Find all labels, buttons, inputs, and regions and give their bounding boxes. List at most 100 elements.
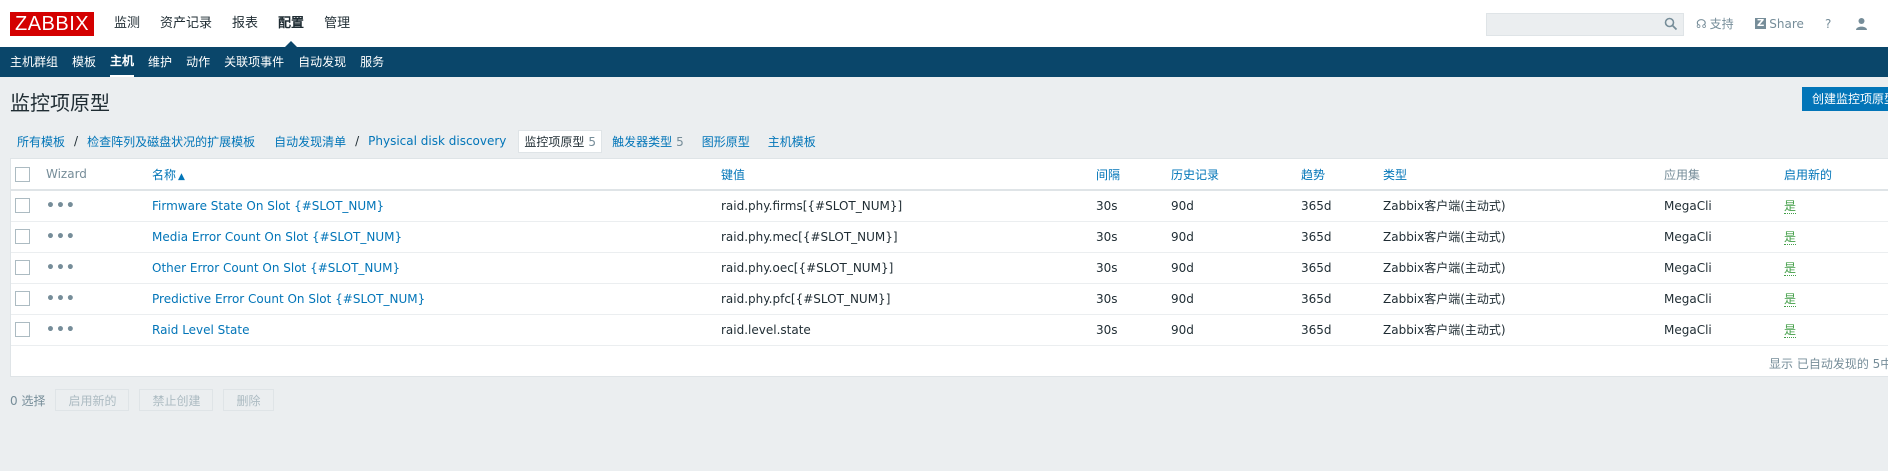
row-checkbox[interactable] [15, 322, 30, 337]
breadcrumb-all-templates[interactable]: 所有模板 [17, 133, 65, 150]
enable-create-button[interactable]: 启用新的 [55, 389, 130, 411]
breadcrumb-discovery-rule[interactable]: Physical disk discovery [368, 134, 506, 148]
page-title: 监控项原型 [10, 91, 110, 115]
item-application: MegaCli [1664, 190, 1784, 222]
item-name-link[interactable]: Firmware State On Slot {#SLOT_NUM} [152, 199, 384, 213]
sub-nav-hosts[interactable]: 主机 [110, 47, 135, 77]
user-profile-link[interactable] [1855, 0, 1868, 47]
support-link[interactable]: ☊ 支持 [1696, 0, 1734, 47]
main-nav-inventory[interactable]: 资产记录 [160, 0, 212, 47]
table-row: ••• Raid Level State raid.level.state 30… [11, 314, 1888, 346]
item-name-link[interactable]: Media Error Count On Slot {#SLOT_NUM} [152, 230, 402, 244]
header-wizard: Wizard [46, 159, 152, 191]
header-key[interactable]: 键值 [721, 159, 1096, 191]
row-checkbox[interactable] [15, 229, 30, 244]
header-history[interactable]: 历史记录 [1171, 159, 1301, 191]
enable-toggle[interactable]: 是 [1784, 230, 1797, 245]
main-nav-monitoring[interactable]: 监测 [114, 0, 140, 47]
breadcrumb-separator: / [355, 134, 360, 148]
tab-trigger-types[interactable]: 触发器类型 5 [612, 133, 684, 150]
item-interval: 30s [1096, 221, 1171, 253]
selected-count: 0 选择 [10, 393, 46, 408]
enable-toggle[interactable]: 是 [1784, 323, 1797, 338]
item-type: Zabbix客户端(主动式) [1383, 190, 1664, 222]
header-trends[interactable]: 趋势 [1301, 159, 1383, 191]
header-application: 应用集 [1664, 159, 1784, 191]
delete-button[interactable]: 删除 [223, 389, 274, 411]
search-icon[interactable] [1664, 17, 1678, 31]
item-type: Zabbix客户端(主动式) [1383, 314, 1664, 346]
item-key: raid.level.state [721, 314, 1096, 346]
breadcrumb-separator: / [74, 134, 79, 148]
wizard-menu-icon[interactable]: ••• [46, 322, 76, 338]
breadcrumb-discovery-list[interactable]: 自动发现清单 [274, 133, 346, 150]
item-name-link[interactable]: Other Error Count On Slot {#SLOT_NUM} [152, 261, 400, 275]
enable-toggle[interactable]: 是 [1784, 261, 1797, 276]
row-checkbox[interactable] [15, 260, 30, 275]
wizard-menu-icon[interactable]: ••• [46, 229, 76, 245]
main-nav-administration[interactable]: 管理 [324, 0, 350, 47]
tab-item-prototypes-label: 监控项原型 [524, 134, 585, 149]
item-prototypes-table: Wizard 名称 ▲ 键值 间隔 历史记录 趋势 类型 应用集 启用新的 •••… [10, 158, 1888, 377]
headset-icon: ☊ [1696, 16, 1707, 31]
item-interval: 30s [1096, 283, 1171, 315]
main-nav-configuration[interactable]: 配置 [278, 0, 304, 47]
sub-nav-maintenance[interactable]: 维护 [148, 47, 172, 77]
sort-asc-icon: ▲ [178, 171, 185, 182]
tab-item-prototypes[interactable]: 监控项原型 5 [518, 129, 603, 153]
item-application: MegaCli [1664, 221, 1784, 253]
item-interval: 30s [1096, 190, 1171, 222]
tab-host-templates[interactable]: 主机模板 [768, 133, 816, 150]
zabbix-logo[interactable]: ZABBIX [10, 12, 95, 36]
item-application: MegaCli [1664, 252, 1784, 284]
table-row: ••• Firmware State On Slot {#SLOT_NUM} r… [11, 190, 1888, 222]
breadcrumb: 所有模板 / 检查阵列及磁盘状况的扩展模板 自动发现清单 / Physical … [17, 129, 834, 153]
sub-nav-discovery[interactable]: 自动发现 [298, 47, 346, 77]
item-name-link[interactable]: Raid Level State [152, 323, 249, 337]
header-type[interactable]: 类型 [1383, 159, 1664, 191]
item-name-link[interactable]: Predictive Error Count On Slot {#SLOT_NU… [152, 292, 425, 306]
header-create-enabled[interactable]: 启用新的 [1784, 159, 1888, 191]
sub-nav-templates[interactable]: 模板 [72, 47, 96, 77]
sub-nav-host-groups[interactable]: 主机群组 [10, 47, 58, 77]
main-nav-reports[interactable]: 报表 [232, 0, 258, 47]
trigger-types-count: 5 [676, 134, 684, 149]
breadcrumb-template[interactable]: 检查阵列及磁盘状况的扩展模板 [87, 133, 255, 150]
item-history: 90d [1171, 190, 1301, 222]
disable-create-button[interactable]: 禁止创建 [139, 389, 214, 411]
mass-actions-bar: 0 选择 启用新的 禁止创建 删除 [10, 389, 284, 411]
row-checkbox[interactable] [15, 291, 30, 306]
select-all-checkbox[interactable] [15, 166, 30, 182]
table-footer-info: 显示 已自动发现的 5中的 [1769, 357, 1888, 371]
sub-nav: 主机群组 模板 主机 维护 动作 关联项事件 自动发现 服务 [0, 47, 1888, 77]
item-trends: 365d [1301, 314, 1383, 346]
sub-nav-services[interactable]: 服务 [360, 47, 384, 77]
item-trends: 365d [1301, 190, 1383, 222]
wizard-menu-icon[interactable]: ••• [46, 260, 76, 276]
wizard-menu-icon[interactable]: ••• [46, 198, 76, 214]
enable-toggle[interactable]: 是 [1784, 292, 1797, 307]
item-type: Zabbix客户端(主动式) [1383, 252, 1664, 284]
row-checkbox[interactable] [15, 198, 30, 214]
table-row: ••• Media Error Count On Slot {#SLOT_NUM… [11, 221, 1888, 253]
sub-nav-actions[interactable]: 动作 [186, 47, 210, 77]
tab-trigger-types-label: 触发器类型 [612, 134, 673, 149]
item-application: MegaCli [1664, 283, 1784, 315]
wizard-menu-icon[interactable]: ••• [46, 291, 76, 307]
table-row: ••• Other Error Count On Slot {#SLOT_NUM… [11, 252, 1888, 284]
tab-graph-prototypes[interactable]: 图形原型 [702, 133, 750, 150]
item-trends: 365d [1301, 283, 1383, 315]
enable-toggle[interactable]: 是 [1784, 199, 1797, 215]
item-interval: 30s [1096, 314, 1171, 346]
create-item-prototype-button[interactable]: 创建监控项原型 [1802, 87, 1888, 111]
search-input[interactable] [1486, 13, 1684, 36]
help-link[interactable]: ? [1825, 0, 1831, 47]
share-link[interactable]: Z Share [1755, 0, 1804, 47]
header-interval[interactable]: 间隔 [1096, 159, 1171, 191]
item-type: Zabbix客户端(主动式) [1383, 283, 1664, 315]
header-name[interactable]: 名称 ▲ [152, 159, 721, 191]
user-icon [1856, 18, 1867, 30]
sub-nav-event-correlation[interactable]: 关联项事件 [224, 47, 284, 77]
table-header-row: Wizard 名称 ▲ 键值 间隔 历史记录 趋势 类型 应用集 启用新的 [11, 159, 1888, 191]
support-label: 支持 [1709, 17, 1734, 31]
